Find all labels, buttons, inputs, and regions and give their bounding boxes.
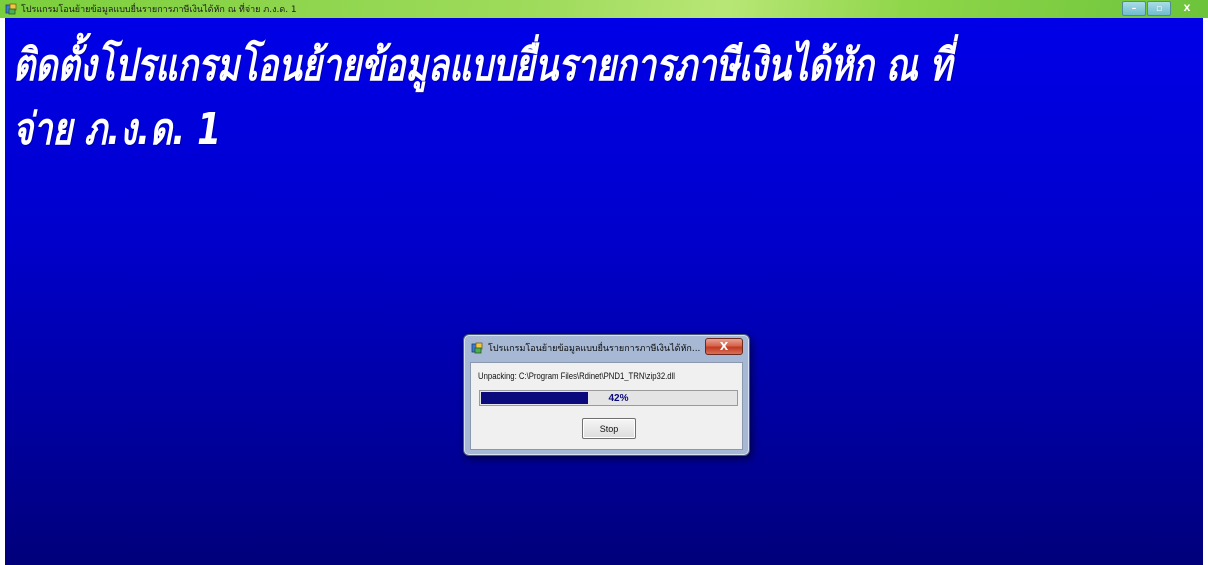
installer-icon [471, 342, 483, 354]
installer-window: โปรแกรมโอนย้ายข้อมูลแบบยื่นรายการภาษีเงิ… [0, 0, 1208, 565]
page-title: ติดตั้งโปรแกรมโอนย้ายข้อมูลแบบยื่นรายการ… [13, 34, 1183, 162]
minimize-button[interactable]: – [1122, 1, 1146, 16]
dialog-close-button[interactable]: X [705, 338, 743, 355]
window-titlebar[interactable]: โปรแกรมโอนย้ายข้อมูลแบบยื่นรายการภาษีเงิ… [0, 0, 1208, 18]
stop-button[interactable]: Stop [582, 418, 636, 439]
dialog-titlebar[interactable]: โปรแกรมโอนย้ายข้อมูลแบบยื่นรายการภาษีเงิ… [464, 335, 749, 361]
progress-bar: 42% [479, 390, 738, 406]
installer-background: ติดตั้งโปรแกรมโอนย้ายข้อมูลแบบยื่นรายการ… [5, 18, 1203, 565]
maximize-button[interactable]: ▫ [1147, 1, 1171, 16]
dialog-title: โปรแกรมโอนย้ายข้อมูลแบบยื่นรายการภาษีเงิ… [488, 344, 701, 354]
close-button[interactable]: X [1172, 1, 1202, 16]
progress-dialog: โปรแกรมโอนย้ายข้อมูลแบบยื่นรายการภาษีเงิ… [463, 334, 750, 456]
page-title-line-2: จ่าย ภ.ง.ด. 1 [13, 104, 222, 155]
progress-percent: 42% [608, 392, 629, 404]
unpack-status-text: Unpacking: C:\Program Files\Rdinet\PND1_… [478, 371, 676, 381]
window-title: โปรแกรมโอนย้ายข้อมูลแบบยื่นรายการภาษีเงิ… [21, 5, 297, 15]
dialog-body: Unpacking: C:\Program Files\Rdinet\PND1_… [470, 362, 743, 450]
installer-icon [5, 3, 17, 15]
page-title-line-1: ติดตั้งโปรแกรมโอนย้ายข้อมูลแบบยื่นรายการ… [13, 40, 953, 91]
caption-buttons: – ▫ X [1122, 1, 1202, 16]
